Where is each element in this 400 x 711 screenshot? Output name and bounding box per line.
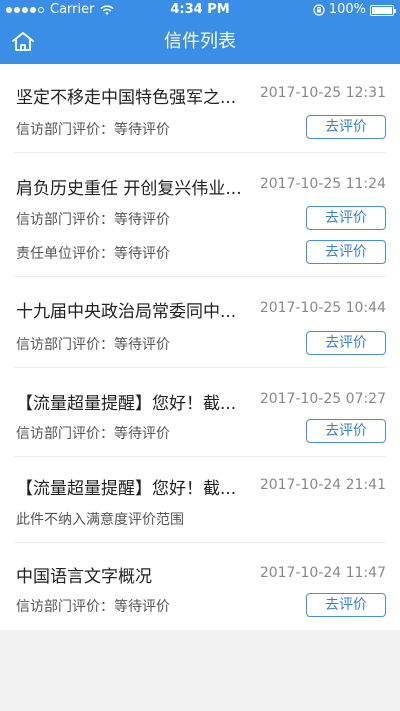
- page-title: 信件列表: [164, 31, 236, 52]
- letter-date: 2017-10-25 11:24: [259, 176, 386, 192]
- home-button[interactable]: [10, 30, 36, 54]
- evaluation-status-label: 信访部门评价：等待评价: [16, 337, 170, 353]
- letter-item[interactable]: 肩负历史重任 开创复兴伟业... 2017-10-25 11:24 信访部门评价…: [0, 153, 400, 277]
- letter-title: 坚定不移走中国特色强军之...: [16, 88, 237, 108]
- letter-list: 坚定不移走中国特色强军之... 2017-10-25 12:31 信访部门评价：…: [0, 64, 400, 630]
- letter-item[interactable]: 十九届中央政治局常委同中... 2017-10-25 10:44 信访部门评价：…: [0, 277, 400, 368]
- letter-item[interactable]: 【流量超量提醒】您好！截... 2017-10-24 21:41 此件不纳入满意…: [0, 457, 400, 543]
- nav-bar: 信件列表: [0, 20, 400, 64]
- status-right: 100%: [313, 0, 396, 20]
- letter-title: 肩负历史重任 开创复兴伟业...: [16, 179, 242, 199]
- letter-date: 2017-10-25 07:27: [259, 391, 386, 407]
- letter-title: 【流量超量提醒】您好！截...: [16, 479, 237, 499]
- evaluation-status-label: 信访部门评价：等待评价: [16, 122, 170, 138]
- status-bar: Carrier 4:34 PM 100%: [0, 0, 400, 20]
- evaluate-button[interactable]: 去评价: [306, 331, 386, 355]
- evaluate-button[interactable]: 去评价: [306, 115, 386, 139]
- battery-icon: [370, 4, 396, 16]
- evaluation-exempt-note: 此件不纳入满意度评价范围: [16, 512, 184, 528]
- battery-percent: 100%: [328, 2, 366, 17]
- letter-date: 2017-10-25 12:31: [259, 85, 386, 101]
- evaluate-button[interactable]: 去评价: [306, 206, 386, 230]
- letter-item[interactable]: 【流量超量提醒】您好！截... 2017-10-25 07:27 信访部门评价：…: [0, 368, 400, 457]
- letter-date: 2017-10-24 21:41: [259, 477, 386, 493]
- letter-title: 十九届中央政治局常委同中...: [16, 302, 237, 322]
- orientation-lock-icon: [313, 4, 325, 16]
- letter-title: 中国语言文字概况: [16, 567, 152, 587]
- evaluate-button[interactable]: 去评价: [306, 419, 386, 443]
- evaluation-status-label: 信访部门评价：等待评价: [16, 212, 170, 228]
- evaluate-button[interactable]: 去评价: [306, 593, 386, 617]
- letter-item[interactable]: 坚定不移走中国特色强军之... 2017-10-25 12:31 信访部门评价：…: [0, 64, 400, 153]
- evaluation-status-label: 责任单位评价：等待评价: [16, 246, 170, 262]
- letter-date: 2017-10-24 11:47: [259, 565, 386, 581]
- app-header: Carrier 4:34 PM 100% 信件列表: [0, 0, 400, 64]
- letter-date: 2017-10-25 10:44: [259, 300, 386, 316]
- home-icon: [12, 32, 34, 51]
- evaluate-button[interactable]: 去评价: [306, 240, 386, 264]
- letter-title: 【流量超量提醒】您好！截...: [16, 394, 237, 414]
- letter-item[interactable]: 中国语言文字概况 2017-10-24 11:47 信访部门评价：等待评价 去评…: [0, 543, 400, 630]
- evaluation-status-label: 信访部门评价：等待评价: [16, 599, 170, 615]
- evaluation-status-label: 信访部门评价：等待评价: [16, 426, 170, 442]
